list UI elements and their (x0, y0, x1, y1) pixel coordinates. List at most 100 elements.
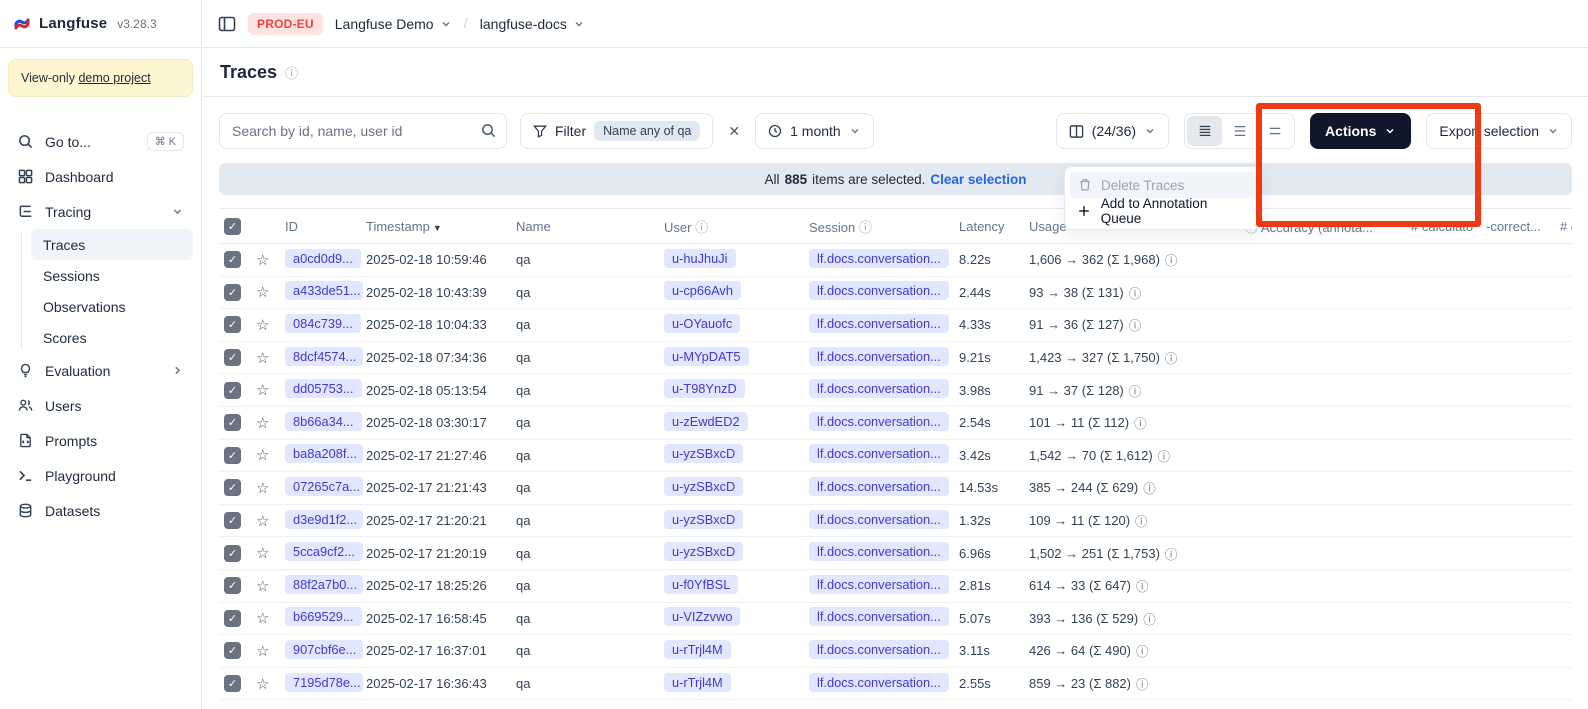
star-icon[interactable]: ☆ (256, 382, 269, 399)
row-checkbox[interactable]: ✓ (224, 642, 241, 659)
info-icon[interactable]: ⓘ (1134, 413, 1147, 432)
table-row[interactable]: ✓ ☆ 084c739... 2025-02-18 10:04:33 qa u-… (219, 309, 1572, 342)
table-row[interactable]: ✓ ☆ 8b66a34... 2025-02-18 03:30:17 qa u-… (219, 407, 1572, 440)
star-icon[interactable]: ☆ (256, 513, 269, 530)
trace-id-link[interactable]: a0cd0d9... (285, 249, 361, 268)
trace-id-link[interactable]: 88f2a7b0... (285, 575, 363, 594)
org-switcher[interactable]: Langfuse Demo (335, 16, 452, 32)
info-icon[interactable]: ⓘ (1165, 250, 1178, 269)
row-height-small-button[interactable] (1187, 116, 1222, 146)
demo-project-link[interactable]: demo project (78, 71, 150, 85)
session-id-link[interactable]: lf.docs.conversation... (809, 379, 949, 398)
session-id-link[interactable]: lf.docs.conversation... (809, 314, 949, 333)
column-header-id[interactable]: ID (278, 219, 366, 234)
table-row[interactable]: ✓ ☆ 88f2a7b0... 2025-02-17 18:25:26 qa u… (219, 570, 1572, 603)
table-row[interactable]: ✓ ☆ 8dcf4574... 2025-02-18 07:34:36 qa u… (219, 342, 1572, 375)
sidebar-item-sessions[interactable]: Sessions (31, 260, 193, 291)
info-icon[interactable]: ⓘ (1165, 544, 1178, 563)
columns-button[interactable]: (24/36) (1056, 113, 1169, 149)
session-id-link[interactable]: lf.docs.conversation... (809, 575, 949, 594)
row-checkbox[interactable]: ✓ (224, 577, 241, 594)
sidebar-item-prompts[interactable]: Prompts (8, 423, 193, 458)
actions-button[interactable]: Actions (1310, 113, 1411, 149)
sidebar-item-users[interactable]: Users (8, 388, 193, 423)
user-id-link[interactable]: u-zEwdED2 (664, 412, 748, 431)
row-checkbox[interactable]: ✓ (224, 349, 241, 366)
column-header-name[interactable]: Name (516, 219, 664, 234)
table-row[interactable]: ✓ ☆ dd05753... 2025-02-18 05:13:54 qa u-… (219, 374, 1572, 407)
info-icon[interactable]: ⓘ (1165, 348, 1178, 367)
table-row[interactable]: ✓ ☆ ba8a208f... 2025-02-17 21:27:46 qa u… (219, 440, 1572, 473)
trace-id-link[interactable]: 7195d78e... (285, 673, 363, 692)
menu-item-add-to-annotation-queue[interactable]: Add to Annotation Queue (1070, 198, 1256, 224)
trace-id-link[interactable]: 907cbf6e... (285, 640, 363, 659)
info-icon[interactable]: ⓘ (1129, 315, 1142, 334)
time-range-button[interactable]: 1 month (755, 113, 874, 149)
trace-id-link[interactable]: ba8a208f... (285, 444, 363, 463)
row-checkbox[interactable]: ✓ (224, 610, 241, 627)
panel-toggle-icon[interactable] (218, 15, 236, 33)
row-checkbox[interactable]: ✓ (224, 316, 241, 333)
info-icon[interactable]: ⓘ (1129, 283, 1142, 302)
table-row[interactable]: ✓ ☆ 07265c7a... 2025-02-17 21:21:43 qa u… (219, 472, 1572, 505)
info-icon[interactable]: ⓘ (1129, 381, 1142, 400)
info-icon[interactable]: ⓘ (1136, 674, 1149, 693)
user-id-link[interactable]: u-huJhuJi (664, 249, 736, 268)
table-row[interactable]: ✓ ☆ b669529... 2025-02-17 16:58:45 qa u-… (219, 603, 1572, 636)
session-id-link[interactable]: lf.docs.conversation... (809, 542, 949, 561)
sidebar-item-playground[interactable]: Playground (8, 458, 193, 493)
table-row[interactable]: ✓ ☆ 5cca9cf2... 2025-02-17 21:20:19 qa u… (219, 537, 1572, 570)
star-icon[interactable]: ☆ (256, 284, 269, 301)
session-id-link[interactable]: lf.docs.conversation... (809, 673, 949, 692)
info-icon[interactable]: ⓘ (1136, 576, 1149, 595)
column-header-latency[interactable]: Latency (959, 219, 1029, 234)
star-icon[interactable]: ☆ (256, 480, 269, 497)
trace-id-link[interactable]: 5cca9cf2... (285, 542, 363, 561)
search-icon[interactable] (481, 123, 496, 138)
trace-id-link[interactable]: 084c739... (285, 314, 361, 333)
info-icon[interactable]: ⓘ (1143, 609, 1156, 628)
column-header-score-c[interactable]: # c (1560, 219, 1572, 234)
trace-id-link[interactable]: a433de51... (285, 281, 363, 300)
table-row[interactable]: ✓ ☆ 907cbf6e... 2025-02-17 16:37:01 qa u… (219, 635, 1572, 668)
menu-item-delete-traces[interactable]: Delete Traces (1070, 172, 1256, 198)
column-header-score-accuracy[interactable]: ⓘ Accuracy (annota... (1245, 217, 1411, 236)
column-header-score-correct[interactable]: -correct... (1486, 219, 1560, 234)
row-checkbox[interactable]: ✓ (224, 675, 241, 692)
star-icon[interactable]: ☆ (256, 676, 269, 693)
trace-id-link[interactable]: 07265c7a... (285, 477, 363, 496)
user-id-link[interactable]: u-VIZzvwo (664, 607, 740, 626)
row-checkbox[interactable]: ✓ (224, 447, 241, 464)
user-id-link[interactable]: u-f0YfBSL (664, 575, 738, 594)
sidebar-item-datasets[interactable]: Datasets (8, 493, 193, 528)
table-row[interactable]: ✓ ☆ d3e9d1f2... 2025-02-17 21:20:21 qa u… (219, 505, 1572, 538)
user-id-link[interactable]: u-MYpDAT5 (664, 347, 749, 366)
info-icon[interactable]: ⓘ (1158, 446, 1171, 465)
table-row[interactable]: ✓ ☆ 7195d78e... 2025-02-17 16:36:43 qa u… (219, 668, 1572, 701)
column-header-session[interactable]: Session ⓘ (809, 217, 959, 236)
row-checkbox[interactable]: ✓ (224, 414, 241, 431)
row-checkbox[interactable]: ✓ (224, 382, 241, 399)
trace-id-link[interactable]: d3e9d1f2... (285, 510, 363, 529)
row-height-medium-button[interactable] (1222, 116, 1257, 146)
user-id-link[interactable]: u-T98YnzD (664, 379, 745, 398)
search-input[interactable] (219, 113, 507, 149)
trace-id-link[interactable]: 8b66a34... (285, 412, 362, 431)
table-row[interactable]: ✓ ☆ a0cd0d9... 2025-02-18 10:59:46 qa u-… (219, 244, 1572, 277)
star-icon[interactable]: ☆ (256, 317, 269, 334)
project-switcher[interactable]: langfuse-docs (480, 16, 585, 32)
row-height-large-button[interactable] (1257, 116, 1292, 146)
info-icon[interactable]: ⓘ (285, 63, 298, 82)
session-id-link[interactable]: lf.docs.conversation... (809, 249, 949, 268)
user-id-link[interactable]: u-yzSBxcD (664, 542, 743, 561)
user-id-link[interactable]: u-cp66Avh (664, 281, 741, 300)
star-icon[interactable]: ☆ (256, 252, 269, 269)
session-id-link[interactable]: lf.docs.conversation... (809, 412, 949, 431)
star-icon[interactable]: ☆ (256, 610, 269, 627)
export-selection-button[interactable]: Export selection (1426, 113, 1572, 149)
star-icon[interactable]: ☆ (256, 350, 269, 367)
session-id-link[interactable]: lf.docs.conversation... (809, 444, 949, 463)
info-icon[interactable]: ⓘ (1143, 478, 1156, 497)
info-icon[interactable]: ⓘ (1136, 641, 1149, 660)
user-id-link[interactable]: u-rTrjl4M (664, 673, 731, 692)
